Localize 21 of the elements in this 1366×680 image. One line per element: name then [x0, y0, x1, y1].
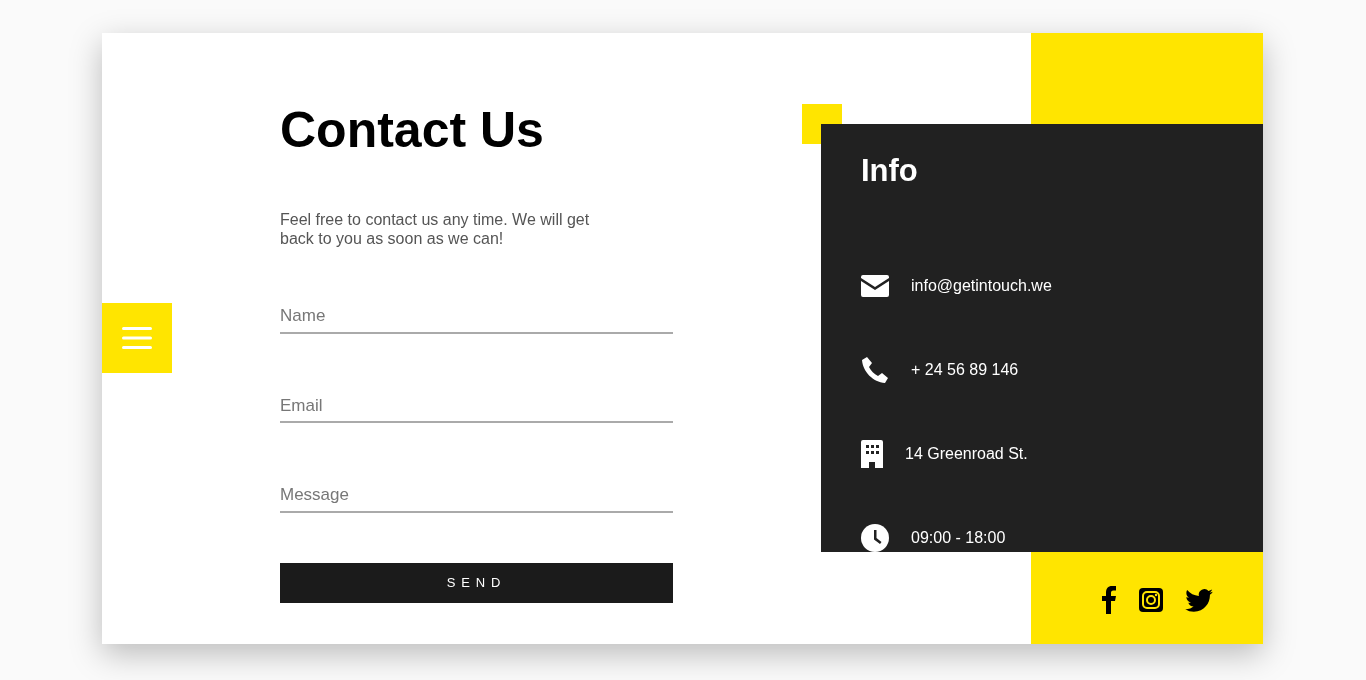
envelope-icon [861, 275, 889, 298]
info-title: Info [861, 152, 919, 190]
page-title: Contact Us [280, 103, 545, 158]
input-field[interactable]: Name [280, 300, 673, 334]
building-icon [861, 440, 883, 469]
facebook-icon [1101, 586, 1117, 614]
contact-text: + 24 56 89 146 [911, 360, 1019, 381]
bird-icon [1185, 588, 1213, 612]
social-link[interactable] [1139, 588, 1163, 612]
phone-icon [861, 356, 889, 385]
menu-icon [122, 326, 152, 350]
social-link[interactable] [1185, 588, 1213, 612]
contact-text: 14 Greenroad St. [905, 444, 1028, 465]
contact-text: 09:00 - 18:00 [911, 528, 1006, 549]
contact-text: info@getintouch.we [911, 276, 1052, 297]
input-field[interactable]: Email [280, 389, 673, 424]
instagram-icon [1139, 588, 1163, 612]
social-link[interactable] [1101, 586, 1117, 614]
intro-text: Feel free to contact us any time. We will get back to you as soon as we can! [280, 210, 591, 249]
input-field[interactable]: Message [280, 479, 673, 513]
send-button[interactable]: SEND [280, 562, 673, 603]
